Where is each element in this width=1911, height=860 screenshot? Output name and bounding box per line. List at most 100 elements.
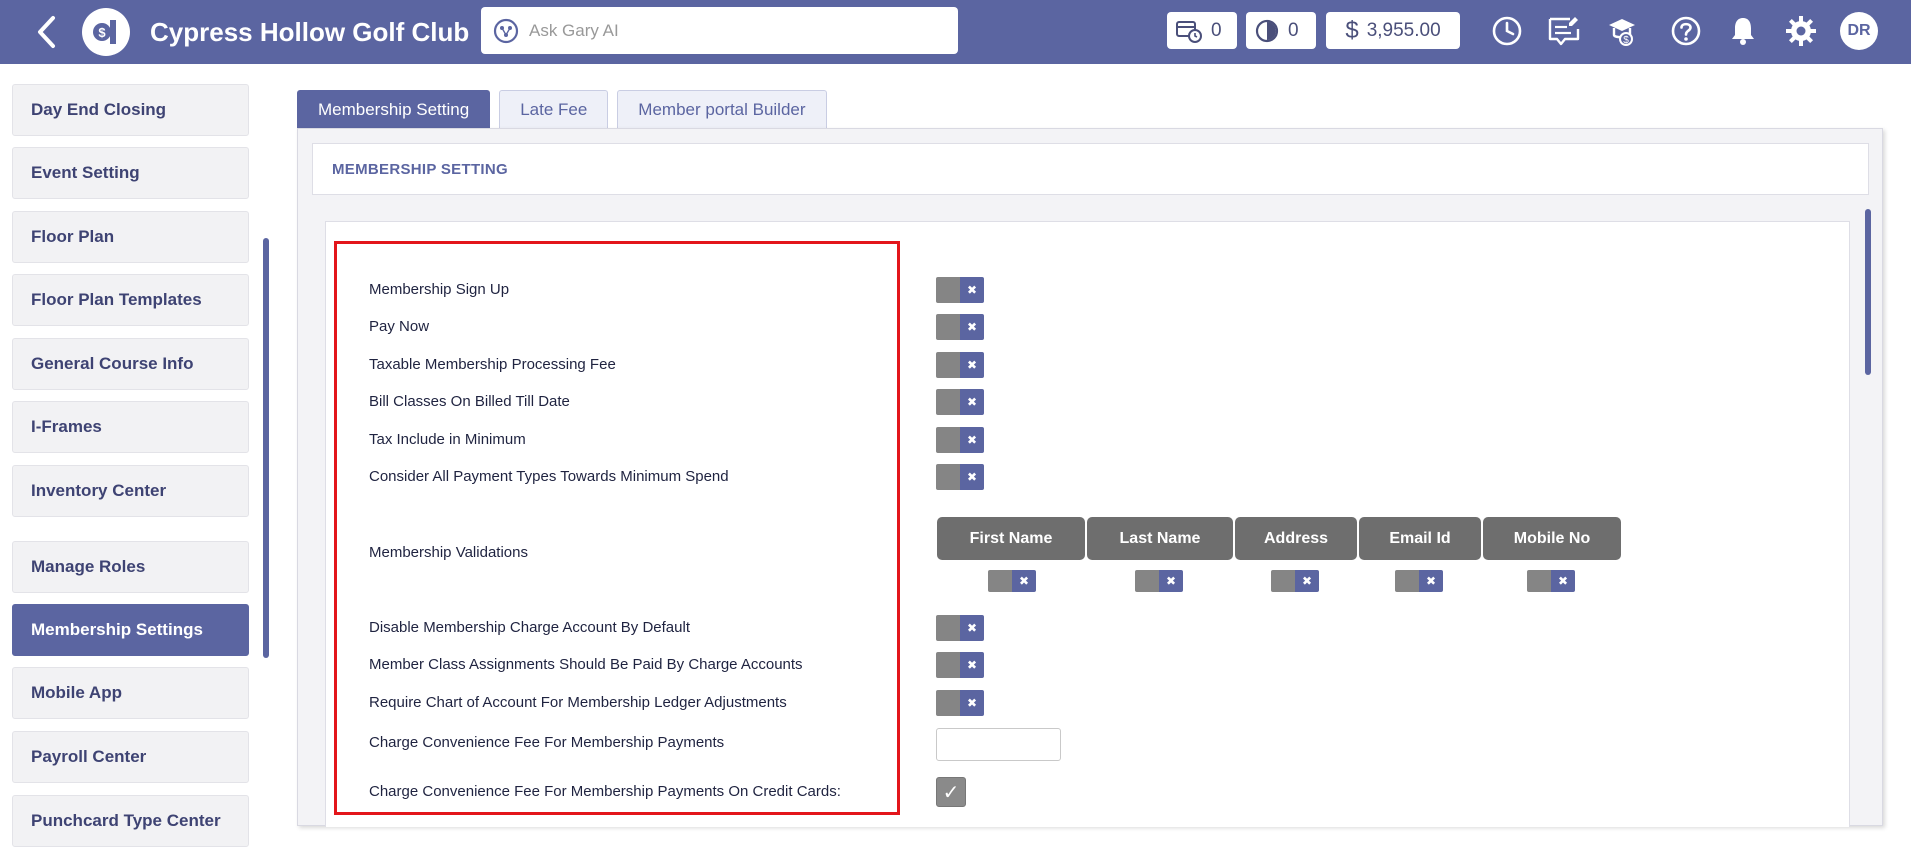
sidebar-item-membership-settings[interactable]: Membership Settings — [12, 604, 249, 656]
label-membership-sign-up: Membership Sign Up — [369, 281, 510, 298]
toggle-member-class-assignments[interactable]: ✖ — [936, 652, 984, 678]
toggle-bill-classes-on-billed-till-date[interactable]: ✖ — [936, 389, 984, 415]
toggle-validation-address[interactable]: ✖ — [1271, 570, 1319, 592]
help-button[interactable] — [1667, 12, 1705, 50]
top-bar: $ Cypress Hollow Golf Club 0 0 $ 3,955.0… — [0, 0, 1911, 64]
balance-display[interactable]: $ 3,955.00 — [1326, 12, 1460, 49]
toggle-validation-first-name[interactable]: ✖ — [988, 570, 1036, 592]
panel-scrollbar[interactable] — [1865, 209, 1871, 375]
tab-member-portal-builder[interactable]: Member portal Builder — [617, 90, 827, 128]
sidebar: Day End Closing Event Setting Floor Plan… — [0, 64, 272, 860]
close-icon: ✖ — [1419, 570, 1443, 592]
validation-header-email-id: Email Id — [1359, 517, 1481, 560]
sidebar-item-event-setting[interactable]: Event Setting — [12, 147, 249, 199]
toggle-tax-include-in-minimum[interactable]: ✖ — [936, 427, 984, 453]
timer-count: 0 — [1288, 19, 1299, 41]
sidebar-item-mobile-app[interactable]: Mobile App — [12, 667, 249, 719]
checkmark-icon: ✓ — [942, 781, 960, 804]
toggle-validation-last-name[interactable]: ✖ — [1135, 570, 1183, 592]
sidebar-item-inventory-center[interactable]: Inventory Center — [12, 465, 249, 517]
label-taxable-membership-processing-fee: Taxable Membership Processing Fee — [369, 356, 616, 373]
close-icon: ✖ — [960, 690, 984, 716]
tee-sheet-counter[interactable]: 0 — [1167, 12, 1237, 49]
label-disable-membership-charge-account: Disable Membership Charge Account By Def… — [369, 619, 690, 636]
toggle-consider-all-payment-types[interactable]: ✖ — [936, 464, 984, 490]
label-charge-convenience-fee: Charge Convenience Fee For Membership Pa… — [369, 734, 725, 751]
close-icon: ✖ — [960, 389, 984, 415]
label-bill-classes-on-billed-till-date: Bill Classes On Billed Till Date — [369, 393, 570, 410]
gear-icon — [1786, 16, 1816, 46]
user-avatar[interactable]: DR — [1840, 12, 1878, 50]
clock-icon — [1492, 16, 1522, 46]
sidebar-scrollbar[interactable] — [263, 238, 269, 658]
close-icon: ✖ — [960, 314, 984, 340]
validation-header-address: Address — [1235, 517, 1357, 560]
label-require-chart-of-account: Require Chart of Account For Membership … — [369, 694, 787, 711]
help-icon — [1671, 16, 1701, 46]
sidebar-item-manage-roles[interactable]: Manage Roles — [12, 541, 249, 593]
sidebar-item-day-end-closing[interactable]: Day End Closing — [12, 84, 249, 136]
main-content: Membership Setting Late Fee Member porta… — [297, 90, 1883, 827]
sidebar-item-i-frames[interactable]: I-Frames — [12, 401, 249, 453]
close-icon: ✖ — [1295, 570, 1319, 592]
tee-sheet-count: 0 — [1211, 19, 1222, 41]
close-icon: ✖ — [960, 427, 984, 453]
tab-membership-setting[interactable]: Membership Setting — [297, 90, 491, 128]
close-icon: ✖ — [1159, 570, 1183, 592]
notes-button[interactable] — [1545, 12, 1583, 50]
timer-counter[interactable]: 0 — [1246, 12, 1316, 49]
toggle-taxable-membership-processing-fee[interactable]: ✖ — [936, 352, 984, 378]
cart-clock-icon — [1176, 20, 1202, 43]
label-member-class-assignments: Member Class Assignments Should Be Paid … — [369, 656, 803, 673]
back-button[interactable] — [26, 12, 66, 52]
label-pay-now: Pay Now — [369, 318, 430, 335]
close-icon: ✖ — [960, 277, 984, 303]
close-icon: ✖ — [960, 352, 984, 378]
tab-late-fee[interactable]: Late Fee — [499, 90, 609, 128]
club-logo-icon: $ — [82, 8, 130, 56]
search-input[interactable] — [529, 20, 929, 41]
toggle-validation-mobile-no[interactable]: ✖ — [1527, 570, 1575, 592]
convenience-fee-input[interactable] — [936, 728, 1061, 761]
search-bar[interactable] — [481, 7, 958, 54]
label-consider-all-payment-types: Consider All Payment Types Towards Minim… — [369, 468, 729, 485]
label-membership-validations: Membership Validations — [369, 544, 528, 561]
label-charge-convenience-fee-credit-cards: Charge Convenience Fee For Membership Pa… — [369, 783, 841, 800]
sidebar-item-floor-plan[interactable]: Floor Plan — [12, 211, 249, 263]
sidebar-item-general-course-info[interactable]: General Course Info — [12, 338, 249, 390]
sidebar-item-floor-plan-templates[interactable]: Floor Plan Templates — [12, 274, 249, 326]
close-icon: ✖ — [960, 615, 984, 641]
close-icon: ✖ — [960, 464, 984, 490]
validation-header-first-name: First Name — [937, 517, 1085, 560]
settings-tabs: Membership Setting Late Fee Member porta… — [297, 90, 827, 128]
validation-header-mobile-no: Mobile No — [1483, 517, 1621, 560]
close-icon: ✖ — [960, 652, 984, 678]
convenience-fee-credit-cards-checkbox[interactable]: ✓ — [936, 777, 966, 807]
toggle-validation-email-id[interactable]: ✖ — [1395, 570, 1443, 592]
balance-value: 3,955.00 — [1366, 19, 1441, 41]
chevron-left-icon — [38, 16, 55, 48]
app-title: Cypress Hollow Golf Club — [150, 16, 470, 47]
settings-button[interactable] — [1782, 12, 1820, 50]
bell-icon — [1732, 18, 1754, 45]
history-button[interactable] — [1488, 12, 1526, 50]
dollar-icon: $ — [1345, 16, 1359, 44]
notes-icon — [1548, 17, 1580, 46]
toggle-require-chart-of-account[interactable]: ✖ — [936, 690, 984, 716]
ai-assistant-icon — [493, 18, 519, 43]
toggle-disable-membership-charge-account[interactable]: ✖ — [936, 615, 984, 641]
sidebar-item-payroll-center[interactable]: Payroll Center — [12, 731, 249, 783]
close-icon: ✖ — [1012, 570, 1036, 592]
section-title: MEMBERSHIP SETTING — [312, 143, 1869, 195]
toggle-pay-now[interactable]: ✖ — [936, 314, 984, 340]
svg-text:$: $ — [98, 25, 106, 40]
notifications-button[interactable] — [1724, 12, 1762, 50]
toggle-membership-sign-up[interactable]: ✖ — [936, 277, 984, 303]
training-button[interactable]: $ — [1603, 12, 1641, 50]
svg-text:$: $ — [1623, 35, 1629, 46]
graduation-icon: $ — [1609, 19, 1635, 46]
validation-header-last-name: Last Name — [1087, 517, 1233, 560]
close-icon: ✖ — [1551, 570, 1575, 592]
sidebar-item-punchcard-type-center[interactable]: Punchcard Type Center — [12, 795, 249, 847]
timer-icon — [1255, 19, 1279, 42]
